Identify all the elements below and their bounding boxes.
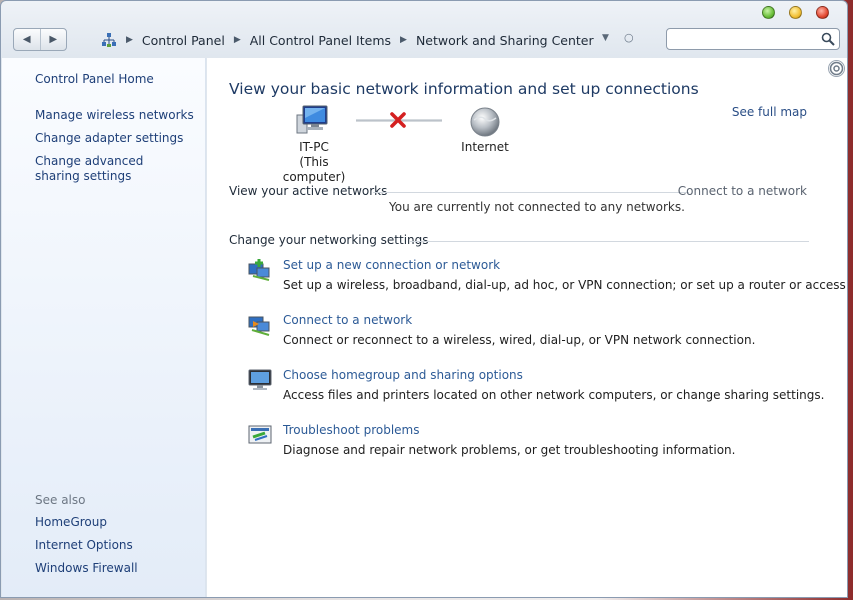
connect-network-desc: Connect or reconnect to a wireless, wire… — [283, 333, 756, 347]
connect-network-link[interactable]: Connect to a network — [283, 313, 412, 327]
refresh-icon[interactable]: ○ — [624, 31, 634, 44]
active-networks-title: View your active networks — [229, 184, 388, 198]
settings-divider — [410, 241, 809, 242]
troubleshoot-desc: Diagnose and repair network problems, or… — [283, 443, 736, 457]
sidebar: Control Panel Home Manage wireless netwo… — [2, 58, 206, 597]
network-crumb-icon — [101, 32, 117, 48]
chevron-right-icon[interactable]: ▶ — [400, 35, 407, 45]
connection-status-text: You are currently not connected to any n… — [389, 200, 685, 214]
computer-sub: (This computer) — [282, 155, 346, 184]
new-connection-desc: Set up a wireless, broadband, dial-up, a… — [283, 278, 848, 292]
computer-label: IT-PC (This computer) — [267, 140, 361, 185]
forward-arrow-icon: ▶ — [49, 34, 58, 45]
crumb-control-panel[interactable]: Control Panel — [142, 33, 225, 48]
active-networks-divider — [373, 192, 689, 193]
close-icon[interactable] — [816, 6, 829, 19]
globe-icon[interactable] — [469, 106, 501, 138]
forward-button[interactable]: ▶ — [39, 29, 67, 50]
sidebar-link-internet-options[interactable]: Internet Options — [35, 538, 195, 553]
address-bar-row: ◀ ▶ ▶ Control Panel ▶ All Control Panel … — [13, 28, 841, 52]
help-icon[interactable] — [828, 60, 845, 77]
internet-label[interactable]: Internet — [455, 140, 515, 155]
crumb-network-sharing[interactable]: Network and Sharing Center — [416, 33, 594, 48]
homegroup-desc: Access files and printers located on oth… — [283, 388, 825, 402]
troubleshoot-link[interactable]: Troubleshoot problems — [283, 423, 419, 437]
see-full-map-link[interactable]: See full map — [732, 105, 807, 119]
back-button[interactable]: ◀ — [14, 29, 40, 50]
see-also-title: See also — [35, 493, 86, 507]
settings-title: Change your networking settings — [229, 233, 429, 247]
caption-buttons — [762, 6, 829, 19]
nav-buttons: ◀ ▶ — [13, 28, 67, 51]
chevron-right-icon[interactable]: ▶ — [126, 35, 133, 45]
computer-icon[interactable] — [295, 103, 331, 137]
search-box[interactable] — [666, 28, 840, 50]
sidebar-link-control-panel-home[interactable]: Control Panel Home — [35, 72, 195, 87]
search-icon[interactable] — [821, 32, 835, 46]
maximize-icon[interactable] — [789, 6, 802, 19]
main-content: View your basic network information and … — [207, 58, 847, 597]
connect-network-icon — [248, 316, 270, 336]
address-dropdown-icon[interactable]: ▼ — [602, 33, 609, 43]
new-connection-icon — [248, 259, 270, 281]
homegroup-link[interactable]: Choose homegroup and sharing options — [283, 368, 523, 382]
homegroup-icon — [248, 369, 272, 390]
sidebar-link-adapter-settings[interactable]: Change adapter settings — [35, 131, 195, 146]
sidebar-link-advanced-sharing[interactable]: Change advanced sharing settings — [35, 154, 185, 184]
sidebar-link-windows-firewall[interactable]: Windows Firewall — [35, 561, 195, 576]
back-arrow-icon: ◀ — [22, 34, 31, 45]
computer-name: IT-PC — [299, 140, 329, 154]
page-title: View your basic network information and … — [229, 80, 699, 98]
minimize-icon[interactable] — [762, 6, 775, 19]
explorer-window: ◀ ▶ ▶ Control Panel ▶ All Control Panel … — [0, 0, 848, 598]
new-connection-link[interactable]: Set up a new connection or network — [283, 258, 500, 272]
sidebar-link-homegroup[interactable]: HomeGroup — [35, 515, 195, 530]
red-x-icon[interactable] — [390, 112, 406, 128]
sidebar-link-manage-wireless[interactable]: Manage wireless networks — [35, 108, 195, 123]
troubleshoot-icon — [248, 425, 272, 444]
connect-to-network-link[interactable]: Connect to a network — [678, 184, 807, 198]
chevron-right-icon[interactable]: ▶ — [234, 35, 241, 45]
crumb-all-items[interactable]: All Control Panel Items — [250, 33, 391, 48]
breadcrumb[interactable]: ▶ Control Panel ▶ All Control Panel Item… — [101, 31, 594, 49]
